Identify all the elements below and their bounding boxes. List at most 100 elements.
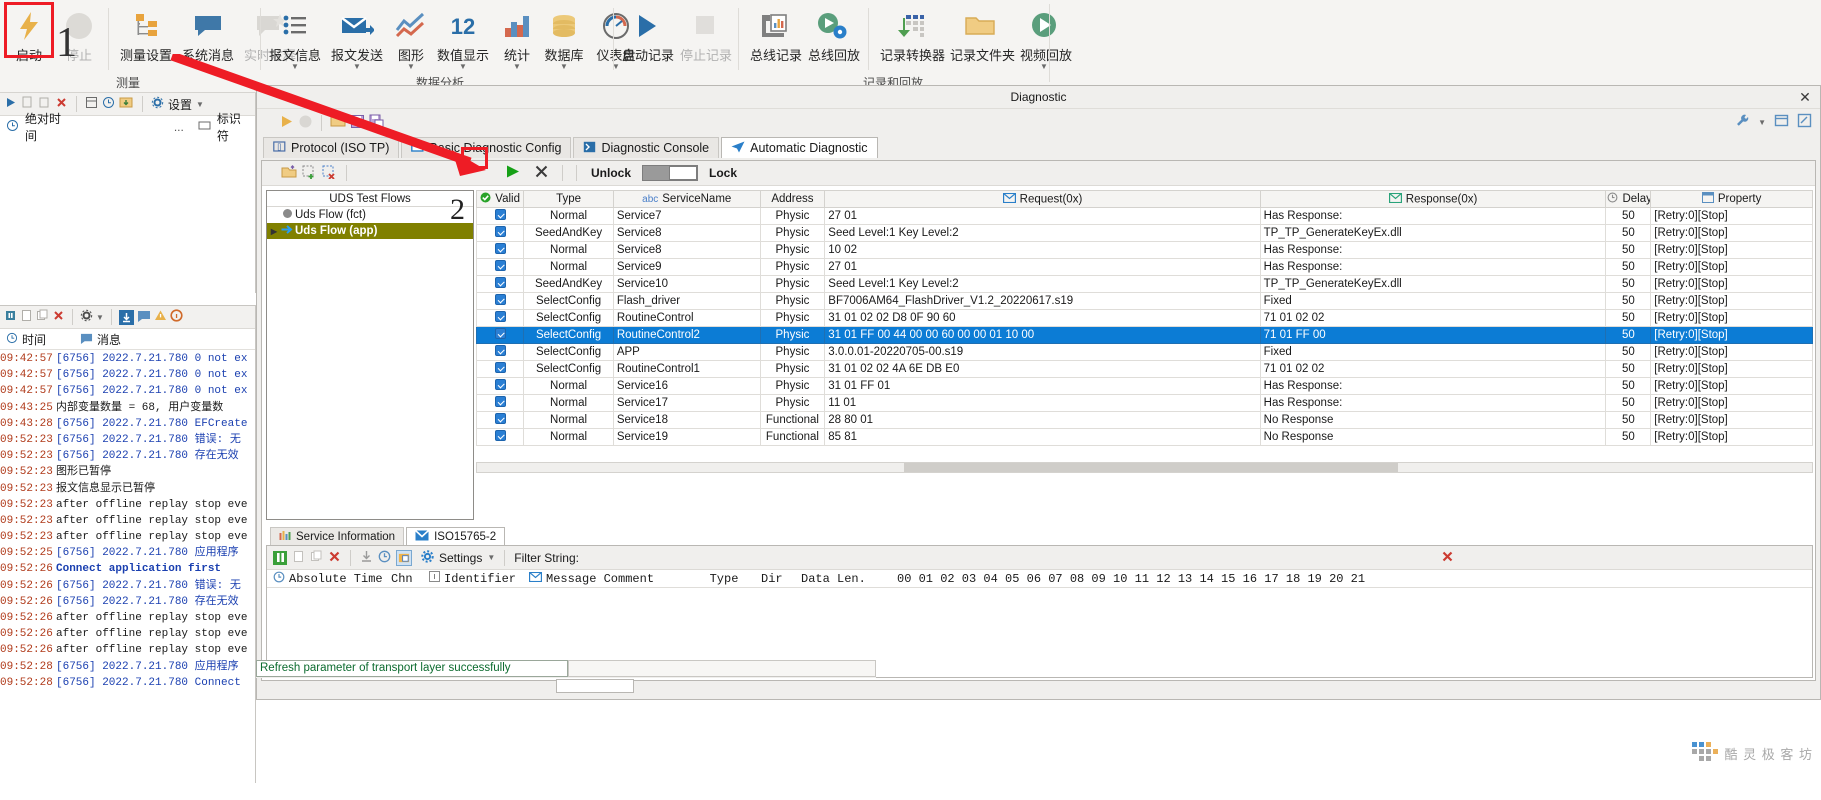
log-row[interactable]: 09:52:23 报文信息显示已暂停 <box>0 481 255 497</box>
log-row[interactable]: 09:52:23 after offline replay stop eve <box>0 513 255 529</box>
cell-address[interactable]: Physic <box>759 326 826 344</box>
tab-protocol-iso-tp[interactable]: [] Protocol (ISO TP) <box>263 137 400 158</box>
cell-delay[interactable]: 50 <box>1605 343 1652 361</box>
cell-address[interactable]: Physic <box>759 394 826 412</box>
column-header-property[interactable]: Property <box>1650 190 1813 208</box>
cell-type[interactable]: SeedAndKey <box>523 224 614 242</box>
valid-checkbox[interactable] <box>494 345 506 356</box>
col-dir[interactable]: Dir <box>755 570 795 587</box>
pause-icon[interactable] <box>4 309 17 325</box>
cell-type[interactable]: SelectConfig <box>523 292 614 310</box>
log-row[interactable]: 09:52:23 [6756] 2022.7.21.780 存在无效 <box>0 448 255 464</box>
trace-ellipsis[interactable]: ... <box>174 120 184 134</box>
cell-request[interactable]: 11 01 <box>824 394 1261 412</box>
valid-checkbox[interactable] <box>494 413 506 424</box>
ribbon-button-message-send[interactable]: 报文发送 ▼ <box>327 4 387 71</box>
cell-service-name[interactable]: Service16 <box>612 377 761 395</box>
table-row[interactable]: Normal Service16 Physic 31 01 FF 01 Has Resp… <box>476 377 1813 395</box>
cell-type[interactable]: SelectConfig <box>523 309 614 327</box>
delete-red-icon[interactable] <box>328 550 341 566</box>
valid-checkbox[interactable] <box>494 430 506 441</box>
col-chn[interactable]: Chn <box>385 570 423 587</box>
table-row[interactable]: SelectConfig RoutineControl2 Physic 31 01 F… <box>476 326 1813 344</box>
log-row[interactable]: 09:52:26 after offline replay stop eve <box>0 642 255 658</box>
tab-basic-diagnostic-config[interactable]: Basic Diagnostic Config <box>401 137 572 158</box>
cell-response[interactable]: No Response <box>1259 411 1607 429</box>
clock-icon[interactable] <box>102 96 115 112</box>
message-icon[interactable] <box>137 309 151 325</box>
log-row[interactable]: 09:52:23 after offline replay stop eve <box>0 529 255 545</box>
cell-valid[interactable] <box>476 309 525 327</box>
scroll-bottom-icon[interactable] <box>360 550 373 566</box>
copy-icon[interactable] <box>292 550 305 566</box>
log-row[interactable]: 09:52:28 [6756] 2022.7.21.780 Connect <box>0 675 255 691</box>
cell-address[interactable]: Functional <box>759 411 826 429</box>
play-icon[interactable] <box>4 96 17 112</box>
chevron-down-icon[interactable]: ▼ <box>501 63 533 71</box>
cell-valid[interactable] <box>476 224 525 242</box>
cell-address[interactable]: Functional <box>759 428 826 446</box>
ribbon-button-graph[interactable]: 图形 ▼ <box>391 4 431 71</box>
cell-delay[interactable]: 50 <box>1605 258 1652 276</box>
run-icon[interactable] <box>279 114 294 132</box>
cell-service-name[interactable]: Service8 <box>612 224 761 242</box>
grid-horizontal-scrollbar[interactable] <box>476 462 1813 473</box>
cell-property[interactable]: [Retry:0][Stop] <box>1650 309 1813 327</box>
ribbon-button-log-folder[interactable]: 记录文件夹 <box>946 4 1015 63</box>
column-header-valid[interactable]: Valid <box>476 190 525 208</box>
cell-response[interactable]: TP_TP_GenerateKeyEx.dll <box>1259 224 1607 242</box>
cell-response[interactable]: Has Response: <box>1259 394 1607 412</box>
export-icon[interactable] <box>119 96 134 112</box>
chevron-down-icon[interactable]: ▼ <box>487 554 495 562</box>
table-row[interactable]: SelectConfig APP Physic 3.0.0.01-20220705-0… <box>476 343 1813 361</box>
cell-address[interactable]: Physic <box>759 258 826 276</box>
cell-service-name[interactable]: Service8 <box>612 241 761 259</box>
chevron-down-icon[interactable]: ▼ <box>1758 118 1766 126</box>
trace-time-mode-label[interactable]: 绝对时间 <box>25 110 68 144</box>
settings-icon[interactable] <box>151 96 164 112</box>
cell-property[interactable]: [Retry:0][Stop] <box>1650 360 1813 378</box>
warning-icon[interactable] <box>154 309 167 325</box>
add-row-icon[interactable] <box>302 165 317 182</box>
log-row[interactable]: 09:52:28 [6756] 2022.7.21.780 应用程序 <box>0 659 255 675</box>
cell-service-name[interactable]: APP <box>612 343 761 361</box>
cell-delay[interactable]: 50 <box>1605 360 1652 378</box>
paste-icon[interactable] <box>310 550 323 566</box>
log-row[interactable]: 09:43:28 [6756] 2022.7.21.780 EFCreate <box>0 416 255 432</box>
cell-response[interactable]: 71 01 02 02 <box>1259 309 1607 327</box>
cell-response[interactable]: Fixed <box>1259 343 1607 361</box>
cell-valid[interactable] <box>476 343 525 361</box>
pause-green-icon[interactable] <box>273 550 287 565</box>
grid-icon[interactable] <box>85 96 98 112</box>
cell-response[interactable]: Has Response: <box>1259 377 1607 395</box>
cell-service-name[interactable]: Service7 <box>612 207 761 225</box>
column-header-type[interactable]: Type <box>523 190 614 208</box>
cancel-x-icon[interactable] <box>534 164 549 182</box>
cell-type[interactable]: SelectConfig <box>523 360 614 378</box>
cell-type[interactable]: SelectConfig <box>523 343 614 361</box>
log-row[interactable]: 09:52:23 [6756] 2022.7.21.780 错误: 无 <box>0 432 255 448</box>
cell-type[interactable]: SeedAndKey <box>523 275 614 293</box>
table-row[interactable]: SelectConfig RoutineControl Physic 31 01 02… <box>476 309 1813 327</box>
ribbon-button-statistics[interactable]: 统计 ▼ <box>497 4 537 71</box>
timeline-scrollbar[interactable] <box>556 679 634 693</box>
ribbon-button-database[interactable]: 数据库 ▼ <box>539 4 589 71</box>
cell-request[interactable]: 31 01 02 02 D8 0F 90 60 <box>824 309 1261 327</box>
chevron-down-icon[interactable]: ▼ <box>437 63 489 71</box>
ribbon-button-start[interactable]: 启动 <box>6 4 52 63</box>
cell-address[interactable]: Physic <box>759 377 826 395</box>
cell-valid[interactable] <box>476 411 525 429</box>
cell-request[interactable]: BF7006AM64_FlashDriver_V1.2_20220617.s19 <box>824 292 1261 310</box>
cell-delay[interactable]: 50 <box>1605 241 1652 259</box>
cell-request[interactable]: 31 01 FF 00 44 00 00 60 00 00 01 10 00 <box>824 326 1261 344</box>
cell-response[interactable]: No Response <box>1259 428 1607 446</box>
clear-red-x-icon[interactable] <box>1441 550 1454 566</box>
ribbon-button-stop-logging[interactable]: 停止记录 <box>676 4 732 63</box>
valid-checkbox[interactable] <box>494 277 506 288</box>
cell-property[interactable]: [Retry:0][Stop] <box>1650 241 1813 259</box>
cell-property[interactable]: [Retry:0][Stop] <box>1650 411 1813 429</box>
cell-property[interactable]: [Retry:0][Stop] <box>1650 292 1813 310</box>
cell-request[interactable]: 85 81 <box>824 428 1261 446</box>
cell-response[interactable]: TP_TP_GenerateKeyEx.dll <box>1259 275 1607 293</box>
window-icon[interactable] <box>1774 113 1789 131</box>
